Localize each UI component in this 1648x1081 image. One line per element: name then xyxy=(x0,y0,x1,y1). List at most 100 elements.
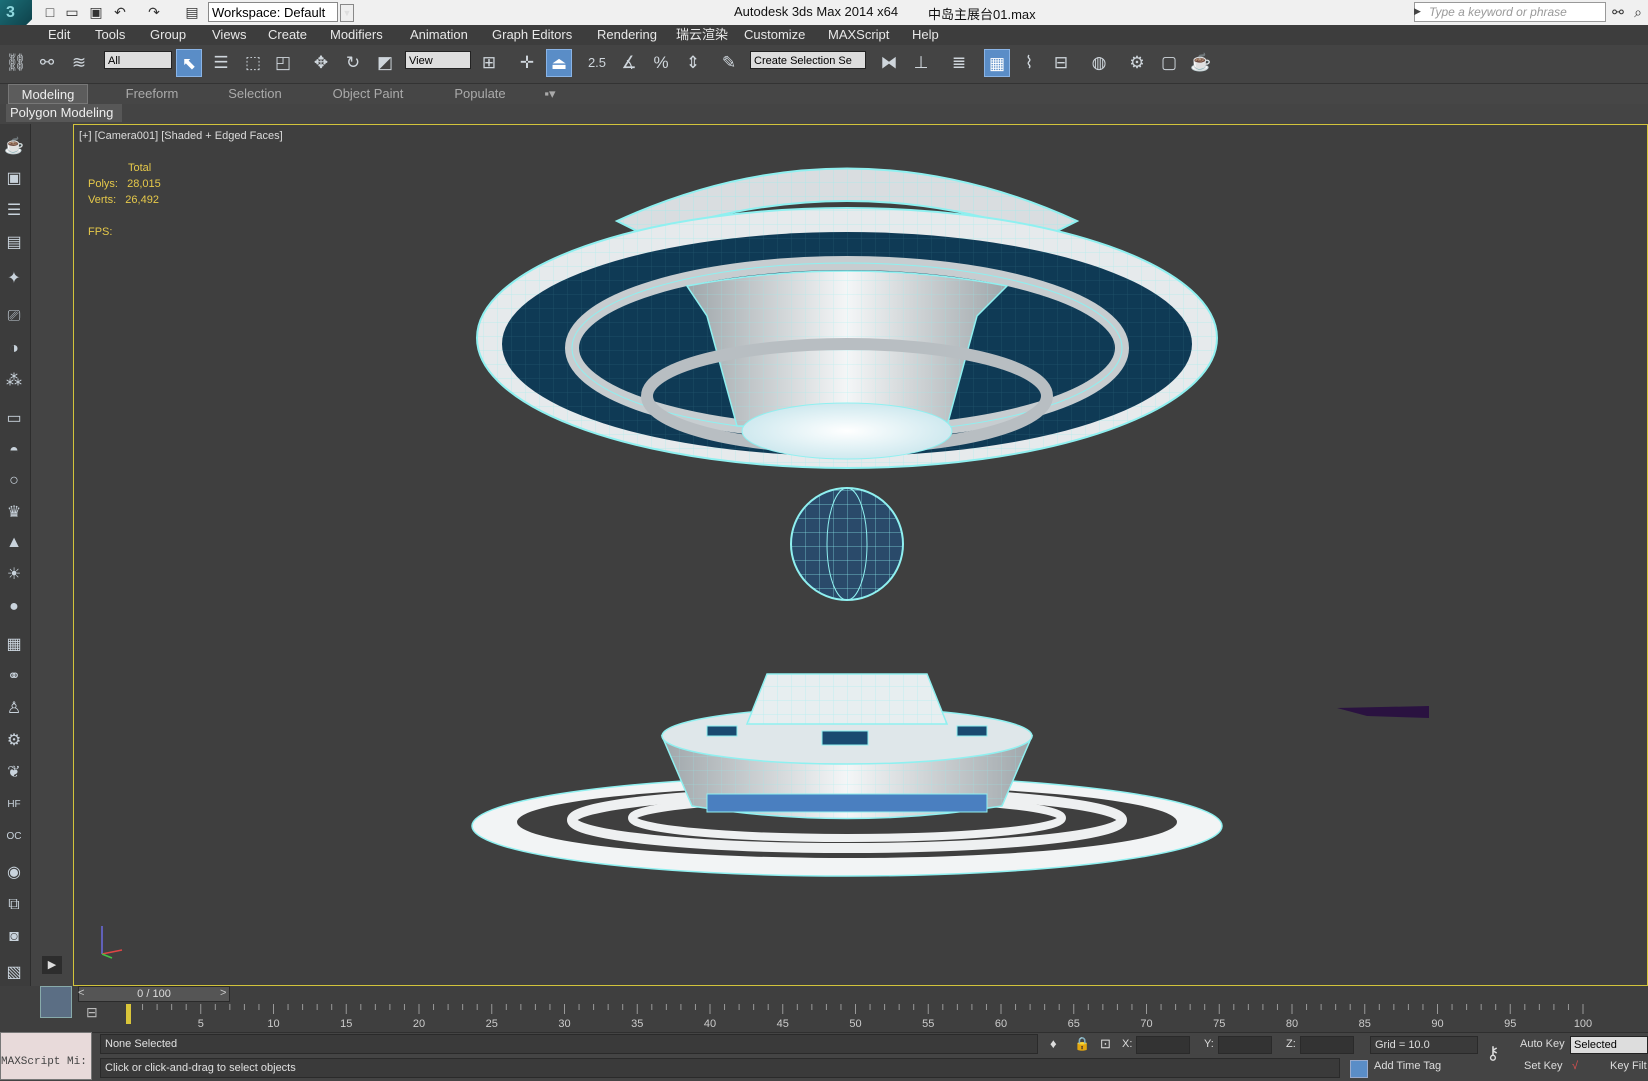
menu-tools[interactable]: Tools xyxy=(95,25,125,45)
hair-fur-icon[interactable]: HF xyxy=(3,794,25,816)
ribbon-options-icon[interactable]: ▪▾ xyxy=(535,84,565,104)
plane-icon[interactable]: ▭ xyxy=(3,408,25,430)
selection-filter-dropdown[interactable]: All xyxy=(104,51,172,69)
particle-icon[interactable]: ⁂ xyxy=(3,370,25,392)
crown-icon[interactable]: ♛ xyxy=(3,502,25,524)
binoculars-icon[interactable]: ⚯ xyxy=(1610,4,1626,20)
track-bar-icon[interactable]: ⊟ xyxy=(86,1004,98,1021)
key-mode-dropdown[interactable]: Selected xyxy=(1570,1036,1648,1054)
sun-icon[interactable]: ☀ xyxy=(3,564,25,586)
open-file-icon[interactable]: ▭ xyxy=(64,4,80,20)
select-manipulate-icon[interactable]: ✛ xyxy=(514,49,540,77)
link-icon[interactable]: ⛓ xyxy=(3,49,29,77)
tab-object-paint[interactable]: Object Paint xyxy=(318,84,418,104)
menu-edit[interactable]: Edit xyxy=(48,25,70,45)
time-prev-button[interactable]: < xyxy=(78,987,84,999)
search-icon[interactable]: ⌕ xyxy=(1630,4,1646,20)
lock-icon[interactable]: 🔒 xyxy=(1074,1036,1090,1052)
viewport-label[interactable]: [+] [Camera001] [Shaded + Edged Faces] xyxy=(79,130,283,142)
tab-selection[interactable]: Selection xyxy=(215,84,295,104)
add-time-tag-button[interactable]: Add Time Tag xyxy=(1374,1060,1441,1072)
absolute-mode-icon[interactable]: ⊡ xyxy=(1100,1036,1111,1052)
named-selection-dropdown[interactable]: Create Selection Se xyxy=(750,51,866,69)
gear-icon[interactable]: ⚙ xyxy=(3,730,25,752)
undo-icon[interactable]: ↶ xyxy=(112,4,128,20)
menu-customize[interactable]: Customize xyxy=(744,25,805,45)
curve-editor-icon[interactable]: ⌇ xyxy=(1016,49,1042,77)
cone-icon[interactable]: ▲ xyxy=(3,532,25,554)
polygon-modeling-panel[interactable]: Polygon Modeling xyxy=(6,104,122,122)
light-icon[interactable]: ✦ xyxy=(3,268,25,290)
bones-icon[interactable]: ⚭ xyxy=(3,666,25,688)
reference-icon[interactable]: ▧ xyxy=(3,962,25,984)
menu-create[interactable]: Create xyxy=(268,25,307,45)
scene-render[interactable] xyxy=(287,126,1429,984)
mirror-icon[interactable]: ⧓ xyxy=(876,49,902,77)
redo-icon[interactable]: ↷ xyxy=(146,4,162,20)
isolate-icon[interactable]: ♦ xyxy=(1050,1036,1057,1051)
spinner-snap-icon[interactable]: ⇕ xyxy=(680,49,706,77)
rotate-icon[interactable]: ↻ xyxy=(340,49,366,77)
new-file-icon[interactable]: □ xyxy=(42,4,58,20)
menu-group[interactable]: Group xyxy=(150,25,186,45)
time-slider[interactable]: 0 / 100 xyxy=(78,986,230,1002)
bind-spacewarp-icon[interactable]: ≋ xyxy=(66,49,92,77)
angle-snap-icon[interactable]: ∡ xyxy=(616,49,642,77)
menu-help[interactable]: Help xyxy=(912,25,939,45)
menu-modifiers[interactable]: Modifiers xyxy=(330,25,383,45)
time-cursor[interactable] xyxy=(126,1004,131,1024)
window-crossing-icon[interactable]: ◰ xyxy=(270,49,296,77)
time-next-button[interactable]: > xyxy=(220,987,226,999)
play-icon[interactable]: ▶ xyxy=(42,956,62,974)
pivot-icon[interactable]: ⊞ xyxy=(476,49,502,77)
percent-snap-icon[interactable]: % xyxy=(648,49,674,77)
helper-icon[interactable]: ◑ xyxy=(3,338,25,360)
search-input[interactable]: Type a keyword or phrase xyxy=(1414,2,1606,22)
layer-manager-icon[interactable]: ≣ xyxy=(946,49,972,77)
menu-graph-editors[interactable]: Graph Editors xyxy=(492,25,572,45)
auto-key-button[interactable]: Auto Key xyxy=(1520,1038,1565,1050)
align-icon[interactable]: ⊥ xyxy=(908,49,934,77)
render-setup-icon[interactable]: ⚙ xyxy=(1124,49,1150,77)
select-by-name-icon[interactable]: ☰ xyxy=(208,49,234,77)
rect-selection-icon[interactable]: ⬚ xyxy=(240,49,266,77)
grid-icon[interactable]: ▦ xyxy=(3,634,25,656)
timeline-ruler[interactable]: 5 10 15 20 25 30 35 40 45 50 55 60 65 70 75 80 85 90 95 100 xyxy=(120,1004,1648,1030)
schematic-view-icon[interactable]: ⊟ xyxy=(1048,49,1074,77)
move-icon[interactable]: ✥ xyxy=(308,49,334,77)
key-tangent-icon[interactable]: √ xyxy=(1572,1060,1578,1072)
save-icon[interactable]: ▣ xyxy=(88,4,104,20)
y-coordinate-field[interactable] xyxy=(1218,1036,1272,1054)
menu-rendering[interactable]: Rendering xyxy=(597,25,657,45)
viewport-icon[interactable]: ▣ xyxy=(3,168,25,190)
cloth-icon[interactable]: OC xyxy=(3,826,25,848)
material-editor-icon[interactable]: ◍ xyxy=(1086,49,1112,77)
tab-populate[interactable]: Populate xyxy=(440,84,520,104)
z-coordinate-field[interactable] xyxy=(1300,1036,1354,1054)
biped-icon[interactable]: ♙ xyxy=(3,698,25,720)
menu-views[interactable]: Views xyxy=(212,25,246,45)
table-icon[interactable]: ▤ xyxy=(3,232,25,254)
tab-freeform[interactable]: Freeform xyxy=(112,84,192,104)
project-folder-icon[interactable]: ▤ xyxy=(184,4,200,20)
key-icon[interactable]: ⚷ xyxy=(1480,1040,1506,1066)
search-arrow-icon[interactable]: ▶ xyxy=(1414,6,1422,17)
list-icon[interactable]: ☰ xyxy=(3,200,25,222)
rendered-frame-icon[interactable]: ▢ xyxy=(1156,49,1182,77)
ref-coord-dropdown[interactable]: View xyxy=(405,51,471,69)
ball-icon[interactable]: ● xyxy=(3,596,25,618)
render-teapot-icon[interactable]: ☕ xyxy=(1188,49,1214,77)
time-tag-icon[interactable] xyxy=(1350,1060,1368,1078)
unlink-icon[interactable]: ⚯ xyxy=(34,49,60,77)
sphere-icon[interactable]: ○ xyxy=(3,470,25,492)
tab-modeling[interactable]: Modeling xyxy=(8,84,88,104)
render-icon[interactable]: ◙ xyxy=(3,926,25,948)
x-coordinate-field[interactable] xyxy=(1136,1036,1190,1054)
chevron-down-icon[interactable]: ▼ xyxy=(340,4,354,22)
edit-named-selection-icon[interactable]: ✎ xyxy=(716,49,742,77)
key-filters-button[interactable]: Key Filt xyxy=(1610,1060,1647,1072)
keyboard-shortcut-icon[interactable]: ⏏ xyxy=(546,49,572,77)
menu-renderbus[interactable]: 瑞云渲染 xyxy=(676,25,728,45)
scale-icon[interactable]: ◩ xyxy=(372,49,398,77)
plant-icon[interactable]: ❦ xyxy=(3,762,25,784)
